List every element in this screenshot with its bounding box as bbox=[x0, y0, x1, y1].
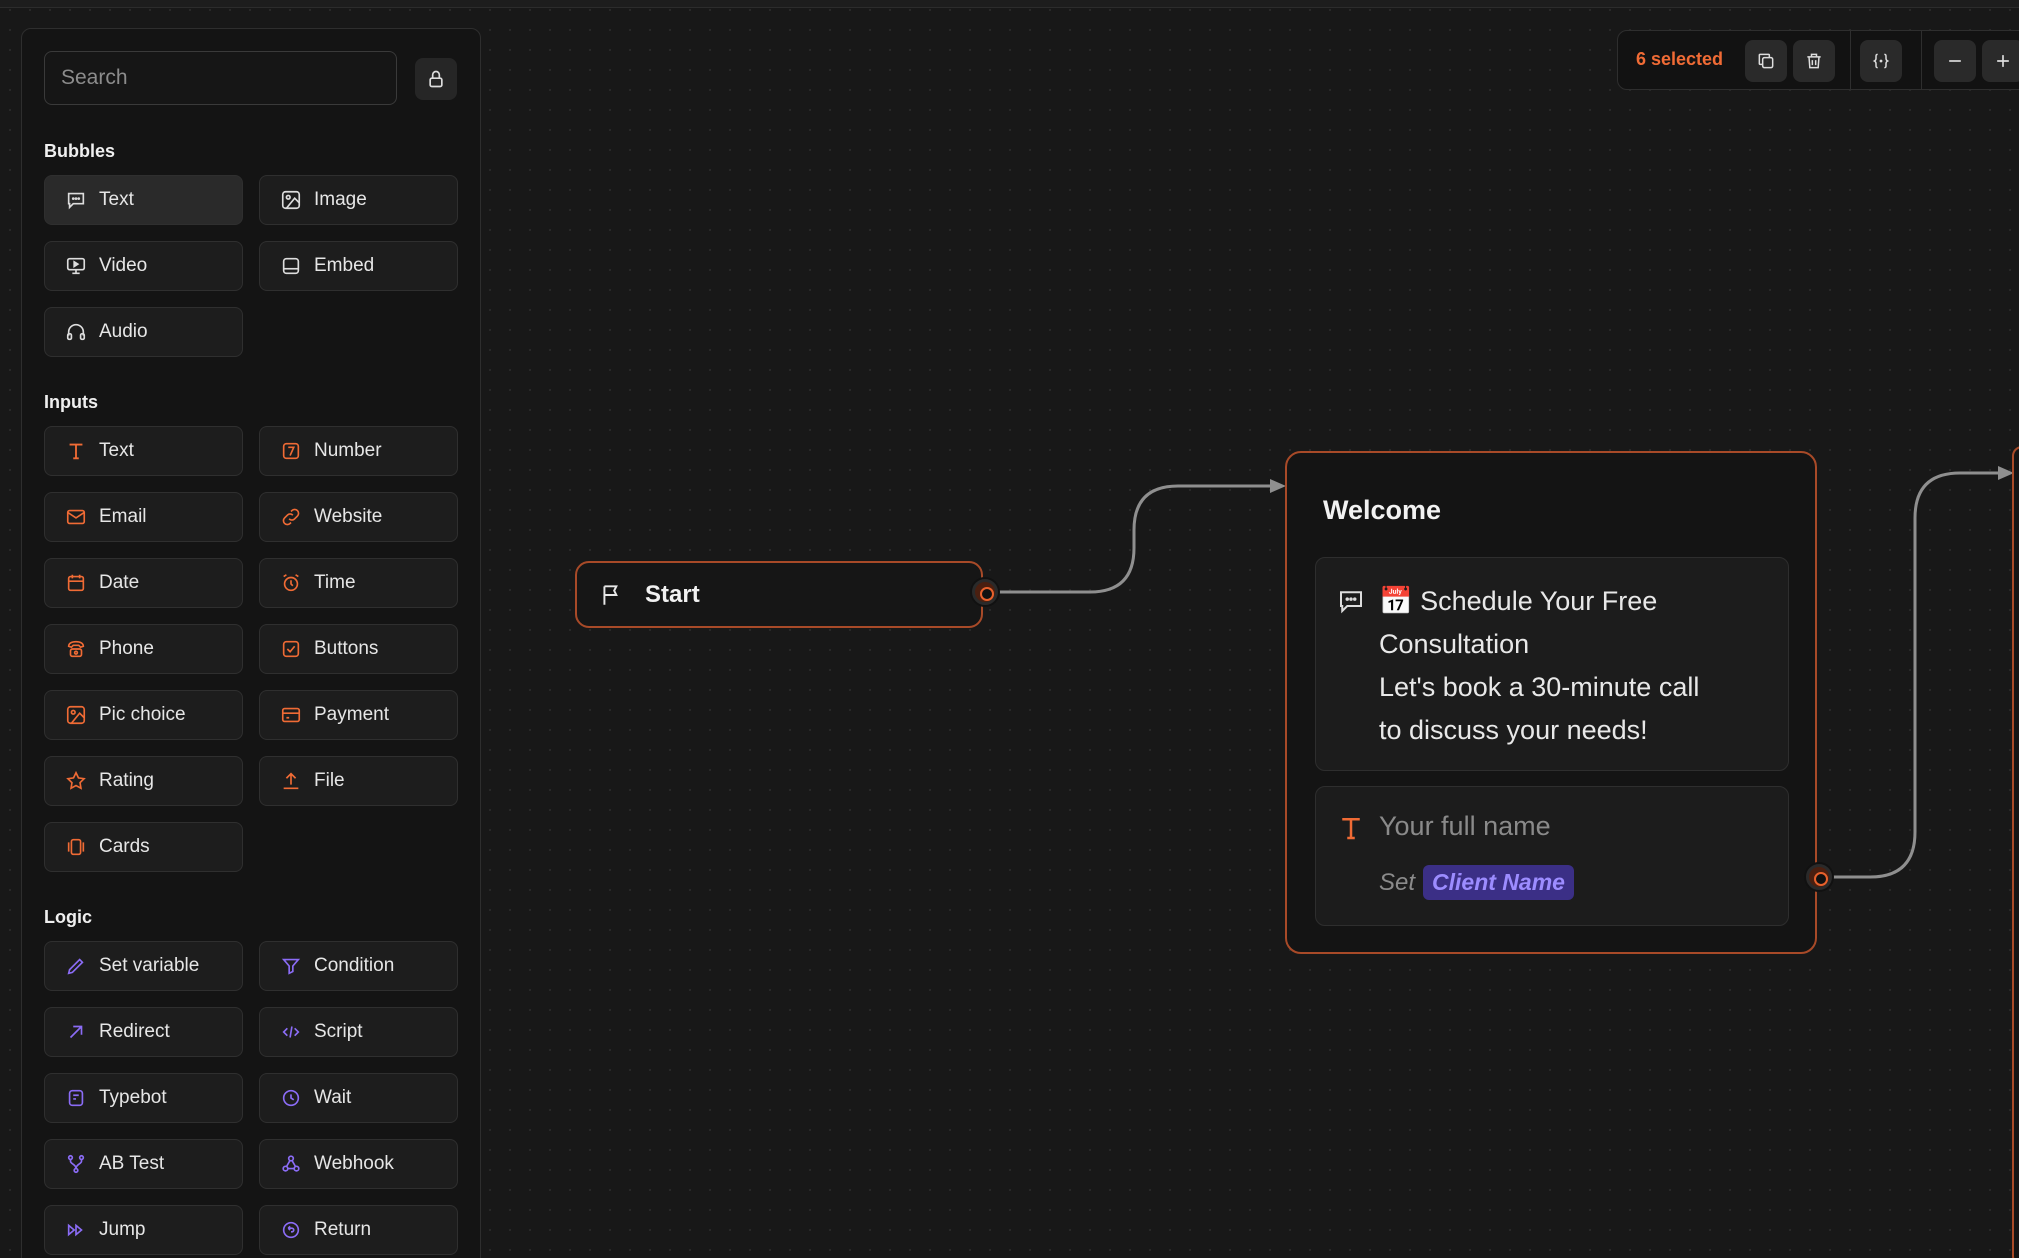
flag-icon bbox=[603, 584, 618, 605]
edge-arrow bbox=[1270, 479, 1286, 493]
message-line: Let's book a 30-minute call bbox=[1379, 672, 1700, 702]
start-output-port[interactable] bbox=[972, 579, 998, 605]
chat-bubble-icon bbox=[1340, 591, 1362, 614]
edge-welcome-to-next bbox=[1832, 471, 1998, 879]
group-welcome[interactable]: Welcome 📅 Schedule Your Free Consultatio… bbox=[1285, 451, 1817, 954]
input-placeholder: Your full name bbox=[1379, 811, 1551, 841]
text-t-icon bbox=[1342, 818, 1360, 840]
message-line: to discuss your needs! bbox=[1379, 715, 1648, 745]
set-label: Set bbox=[1379, 868, 1416, 896]
start-node-label: Start bbox=[645, 580, 700, 608]
message-text: 📅 Schedule Your Free Consultation Let's … bbox=[1379, 580, 1774, 752]
message-line: 📅 Schedule Your Free bbox=[1379, 586, 1658, 616]
group-title: Welcome bbox=[1323, 495, 1442, 525]
text-bubble-block[interactable]: 📅 Schedule Your Free Consultation Let's … bbox=[1315, 557, 1789, 771]
start-node[interactable]: Start bbox=[575, 561, 983, 628]
variable-tag[interactable]: Client Name bbox=[1423, 865, 1574, 900]
welcome-output-port[interactable] bbox=[1806, 864, 1832, 890]
message-line: Consultation bbox=[1379, 629, 1530, 659]
text-input-block[interactable]: Your full name Set Client Name bbox=[1315, 786, 1789, 926]
next-group-edge[interactable] bbox=[2012, 446, 2019, 1258]
edge-start-to-welcome bbox=[998, 484, 1270, 594]
save-variable-row: Set Client Name bbox=[1379, 865, 1574, 900]
